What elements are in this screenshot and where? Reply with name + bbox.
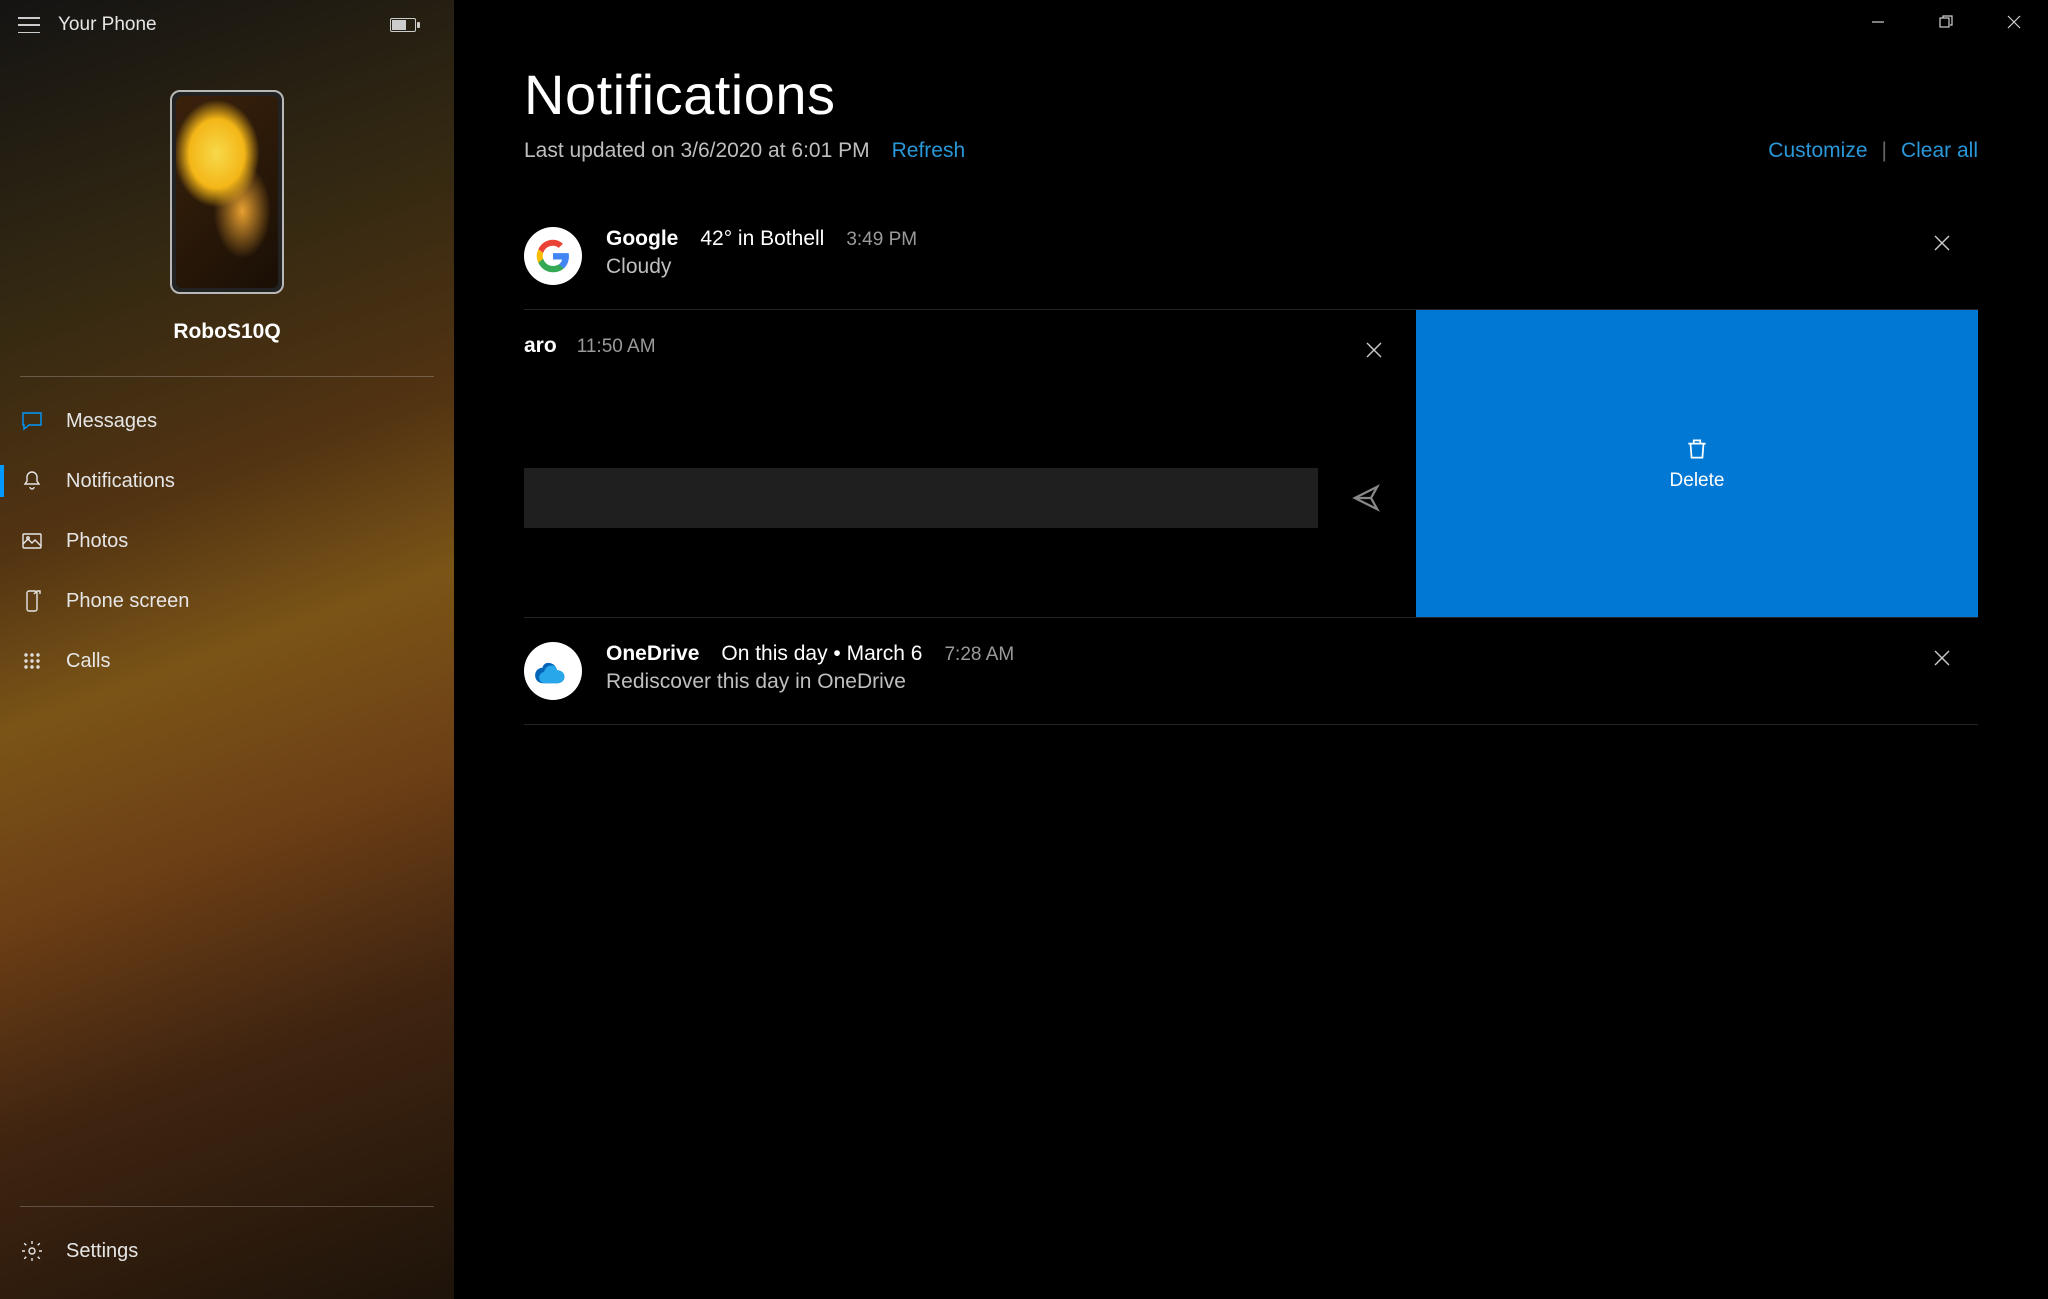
customize-link[interactable]: Customize [1768,139,1867,163]
sidebar-item-label: Photos [66,530,128,553]
trash-icon [1684,436,1710,462]
sidebar-item-label: Calls [66,650,110,673]
sidebar-item-label: Messages [66,410,157,433]
notification-title: On this day • March 6 [721,642,922,666]
sidebar-item-photos[interactable]: Photos [0,511,454,571]
sidebar-item-calls[interactable]: Calls [0,631,454,691]
maximize-button[interactable] [1912,0,1980,44]
last-updated: Last updated on 3/6/2020 at 6:01 PM [524,139,870,163]
notification-time: 11:50 AM [577,336,656,358]
onedrive-icon [524,642,582,700]
close-button[interactable] [1980,0,2048,44]
minimize-button[interactable] [1844,0,1912,44]
sidebar-item-label: Notifications [66,470,175,493]
sidebar: Your Phone RoboS10Q Messages Notificatio… [0,0,454,1299]
divider: | [1882,139,1887,163]
sidebar-item-notifications[interactable]: Notifications [0,451,454,511]
gear-icon [20,1239,44,1263]
sidebar-item-phone-screen[interactable]: Phone screen [0,571,454,631]
notification-time: 3:49 PM [846,229,917,251]
phone-screen-icon [20,589,44,613]
sidebar-item-messages[interactable]: Messages [0,391,454,451]
send-button[interactable] [1346,478,1386,518]
notification-time: 7:28 AM [944,644,1014,666]
sidebar-item-settings[interactable]: Settings [0,1221,454,1281]
sidebar-divider [20,376,434,377]
dismiss-button[interactable] [1930,646,1954,670]
sidebar-footer: Settings [0,1192,454,1281]
notification-item[interactable]: OneDrive On this day • March 6 7:28 AM R… [524,618,1978,725]
page-title: Notifications [524,62,1978,127]
reply-input[interactable] [524,468,1318,528]
phone-name: RoboS10Q [173,320,280,344]
notification-app-name: OneDrive [606,642,699,666]
hamburger-menu-icon[interactable] [18,17,40,33]
dialpad-icon [20,649,44,673]
refresh-link[interactable]: Refresh [892,139,966,163]
phone-frame[interactable] [170,90,284,294]
notification-item[interactable]: Google 42° in Bothell 3:49 PM Cloudy [524,203,1978,310]
notification-body: Rediscover this day in OneDrive [606,670,1918,694]
notification-list: Google 42° in Bothell 3:49 PM Cloudy aro [524,203,1978,725]
notification-app-name: aro [524,334,557,358]
main-pane: Notifications Last updated on 3/6/2020 a… [454,0,2048,1299]
window-controls [1844,0,2048,44]
photos-icon [20,529,44,553]
sidebar-header: Your Phone [0,0,454,50]
phone-preview: RoboS10Q [0,50,454,362]
sidebar-item-label: Phone screen [66,590,189,613]
bell-icon [20,469,44,493]
meta-row: Last updated on 3/6/2020 at 6:01 PM Refr… [524,139,1978,163]
clear-all-link[interactable]: Clear all [1901,139,1978,163]
delete-action[interactable]: Delete [1416,310,1978,617]
dismiss-button[interactable] [1362,338,1386,362]
battery-icon [390,18,416,32]
sidebar-divider [20,1206,434,1207]
messages-icon [20,409,44,433]
notification-body: Cloudy [606,255,1918,279]
delete-label: Delete [1670,470,1725,492]
app-title: Your Phone [58,14,157,36]
notification-app-name: Google [606,227,678,251]
dismiss-button[interactable] [1930,231,1954,255]
google-icon [524,227,582,285]
sidebar-item-label: Settings [66,1240,138,1263]
notification-item-swiped[interactable]: aro 11:50 AM Delete [524,310,1978,618]
phone-wallpaper [176,96,278,288]
notification-title: 42° in Bothell [700,227,824,251]
content: Notifications Last updated on 3/6/2020 a… [454,0,2048,725]
sidebar-nav: Messages Notifications Photos Phone scre… [0,391,454,691]
